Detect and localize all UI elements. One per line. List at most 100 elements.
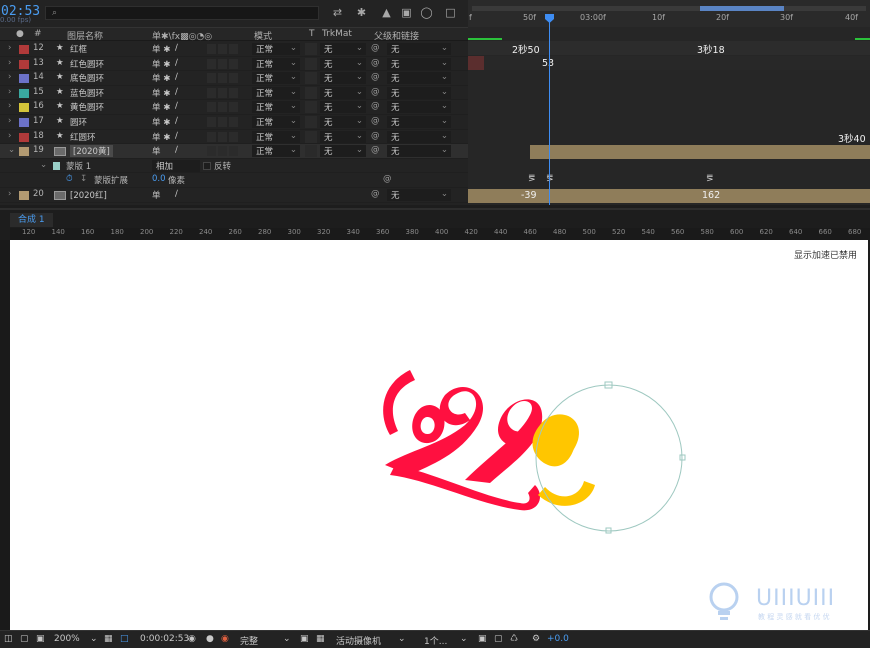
tab-composition-1[interactable]: 合成 1 [10,213,53,227]
quality-switch-icon[interactable]: ∕ [175,116,178,126]
region-of-interest-icon[interactable]: □ [120,634,129,644]
chevron-down-icon[interactable]: ⌄ [283,634,291,644]
draft-3d-icon[interactable]: ✱ [355,7,368,19]
quality-switch-icon[interactable]: ∕ [175,189,178,199]
pick-whip-icon[interactable]: @ [371,58,380,68]
label-color-swatch[interactable] [19,190,29,200]
expand-arrow-icon[interactable]: › [8,189,11,199]
mask-name[interactable]: 蒙版 1 [66,160,91,172]
layer-row[interactable]: › 15 ★ 蓝色圆环 单 ✱ ∕ 正常 ⌄ 无 ⌄ @ 无 ⌄ [0,85,468,101]
parent-dropdown[interactable]: 无 ⌄ [387,43,451,55]
switch-box[interactable] [229,116,238,127]
quality-switch-icon[interactable]: ∕ [175,72,178,82]
label-color-swatch[interactable] [19,74,29,84]
switch-box[interactable] [229,131,238,142]
pick-whip-icon[interactable]: @ [371,72,380,82]
trkmat-dropdown[interactable]: 无 ⌄ [320,72,366,85]
vertical-ruler[interactable] [0,240,10,630]
shy-switch-icon[interactable]: 单 ✱ [152,87,170,99]
mask-expansion-value[interactable]: 0.0 [152,174,166,184]
expand-arrow-icon[interactable]: › [8,101,11,111]
monitor-icon[interactable]: ▢ [20,634,29,644]
parent-dropdown[interactable]: 无 ⌄ [387,188,451,201]
resolution-dropdown[interactable]: 完整 [240,634,258,647]
work-area-range[interactable] [700,6,784,11]
pick-whip-icon[interactable]: @ [371,131,380,141]
trkmat-dropdown[interactable]: 无 ⌄ [320,43,366,55]
switch-box[interactable] [229,87,238,98]
parent-dropdown[interactable]: 无 ⌄ [387,130,451,143]
keyframe-icon[interactable]: ⪚ [528,174,536,184]
trkmat-dropdown[interactable]: 无 ⌄ [320,145,366,158]
layer-row[interactable]: › 20 [2020红] 单 ∕ @ 无 ⌄ [0,187,468,203]
track-bar[interactable] [468,56,870,70]
chevron-down-icon[interactable]: ⌄ [90,634,98,644]
view-layout-dropdown[interactable]: 1个... [424,634,447,647]
transparency-grid-icon[interactable]: ▦ [316,634,325,644]
switch-box[interactable] [207,102,216,113]
track-bar-selected-layer[interactable] [530,145,870,159]
label-color-swatch[interactable] [19,103,29,113]
mode-dropdown[interactable]: 正常 ⌄ [252,130,300,143]
switch-box[interactable] [207,87,216,98]
preserve-transparency-toggle[interactable] [305,43,317,55]
pick-whip-icon[interactable]: @ [371,43,380,53]
label-color-swatch[interactable] [19,88,29,98]
graph-icon[interactable]: ↧ [80,174,87,184]
label-color-swatch[interactable] [19,117,29,127]
layer-row[interactable]: › 14 ★ 底色圆环 单 ✱ ∕ 正常 ⌄ 无 ⌄ @ 无 ⌄ [0,71,468,86]
layer-name[interactable]: [2020红] [70,189,107,201]
keyframe-icon[interactable]: ⪚ [706,174,714,184]
parent-dropdown[interactable]: 无 ⌄ [387,86,451,99]
grid-icon[interactable]: ▦ [104,634,113,644]
label-color-swatch[interactable] [19,59,29,69]
trkmat-dropdown[interactable]: 无 ⌄ [320,101,366,114]
pick-whip-icon[interactable]: @ [371,87,380,97]
horizontal-ruler[interactable]: 120 140 160 180 200 220 240 260 280 300 320 340 360 3… [10,228,870,240]
exposure-value[interactable]: +0.0 [547,634,569,644]
layer-name[interactable]: [2020黄] [70,145,113,158]
layer-row[interactable]: › 17 ★ 圆环 单 ✱ ∕ 正常 ⌄ 无 ⌄ @ 无 ⌄ [0,114,468,130]
flowchart-icon[interactable]: ♺ [510,634,518,644]
time-ruler[interactable]: f 50f 03:00f 10f 20f 30f 40f [468,0,870,27]
switch-box[interactable] [207,44,216,54]
layer-row[interactable]: › 16 ★ 黄色圆环 单 ✱ ∕ 正常 ⌄ 无 ⌄ @ 无 ⌄ [0,100,468,115]
expand-arrow-icon[interactable]: › [8,43,11,53]
pick-whip-icon[interactable]: @ [371,101,380,111]
expand-arrow-icon[interactable]: › [8,131,11,141]
trkmat-dropdown[interactable]: 无 ⌄ [320,86,366,99]
parent-dropdown[interactable]: 无 ⌄ [387,57,451,70]
layer-name-column-header[interactable]: 图层名称 [67,29,103,42]
parent-dropdown[interactable]: 无 ⌄ [387,145,451,158]
mode-dropdown[interactable]: 正常 ⌄ [252,145,300,158]
expand-arrow-icon[interactable]: › [8,72,11,82]
mode-dropdown[interactable]: 正常 ⌄ [252,72,300,85]
layer-name[interactable]: 圆环 [70,116,87,128]
snapshot-camera-icon[interactable]: ◉ [188,634,196,644]
shy-switch-icon[interactable]: 单 [152,145,161,157]
switch-box[interactable] [229,58,238,69]
shy-switch-icon[interactable]: 单 ✱ [152,43,170,55]
parent-dropdown[interactable]: 无 ⌄ [387,115,451,128]
pick-whip-icon[interactable]: @ [371,116,380,126]
switch-box[interactable] [218,87,227,98]
trkmat-dropdown[interactable]: 无 ⌄ [320,130,366,143]
quality-switch-icon[interactable]: ∕ [175,58,178,68]
preserve-transparency-toggle[interactable] [305,57,317,70]
shy-switch-icon[interactable]: 单 [152,189,161,201]
quality-switch-icon[interactable]: ∕ [175,43,178,53]
switch-box[interactable] [229,44,238,54]
layer-row-selected[interactable]: ⌄ 19 [2020黄] 单 ∕ 正常 ⌄ 无 ⌄ @ 无 ⌄ [0,144,468,159]
shy-layers-icon[interactable]: ▲ [380,7,393,19]
expression-pick-whip-icon[interactable]: @ [383,174,392,184]
switch-box[interactable] [218,73,227,84]
camera-dropdown[interactable]: 活动摄像机 [336,634,381,647]
parent-dropdown[interactable]: 无 ⌄ [387,101,451,114]
layer-name[interactable]: 红色圆环 [70,58,104,70]
preserve-transparency-toggle[interactable] [305,86,317,99]
composition-viewer[interactable]: 显示加速已禁用 UIIIUIII 教 程 灵 感 就 看 优 优 [10,240,868,630]
stopwatch-icon[interactable]: ⏱ [66,174,73,184]
layer-name[interactable]: 蓝色圆环 [70,87,104,99]
toggle-pixel-aspect-icon[interactable]: ▣ [478,634,487,644]
switch-box[interactable] [207,116,216,127]
